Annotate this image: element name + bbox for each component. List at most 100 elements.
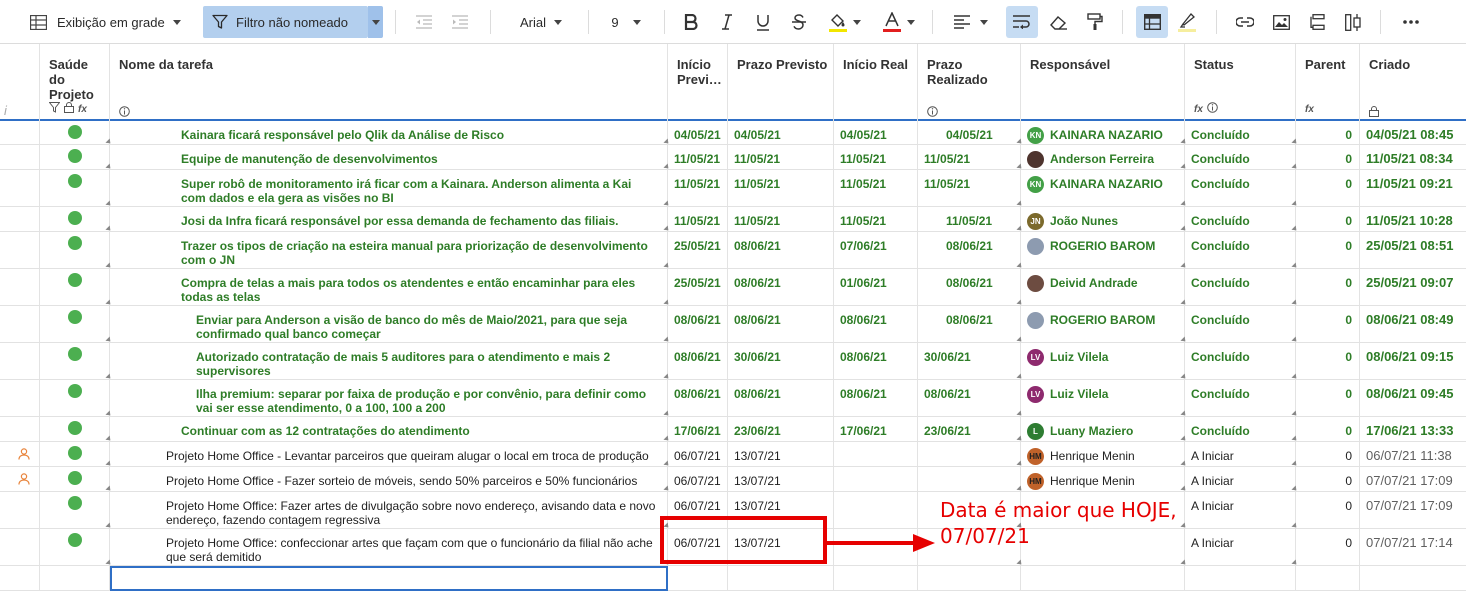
health-cell[interactable]	[40, 417, 110, 441]
health-cell[interactable]	[40, 232, 110, 268]
highlight-button[interactable]	[1172, 6, 1202, 38]
empty-cell[interactable]	[728, 566, 834, 590]
header-prazo-realizado[interactable]: Prazo Realizado	[918, 44, 1021, 121]
empty-cell[interactable]	[1296, 566, 1360, 590]
fill-color-button[interactable]	[822, 6, 868, 38]
table-row[interactable]: Kainara ficará responsável pelo Qlik da …	[0, 121, 1466, 146]
more-button[interactable]	[1396, 6, 1426, 38]
row-icon-cell[interactable]	[0, 145, 40, 169]
row-icon-cell[interactable]	[0, 417, 40, 441]
task-name[interactable]: Autorizado contratação de mais 5 auditor…	[110, 343, 668, 379]
prazo-previsto[interactable]: 11/05/21	[728, 207, 834, 231]
health-cell[interactable]	[40, 207, 110, 231]
health-cell[interactable]	[40, 170, 110, 206]
created-value[interactable]: 07/07/21 17:09	[1360, 492, 1466, 528]
inicio-previsto[interactable]: 08/06/21	[668, 380, 728, 416]
task-name[interactable]: Projeto Home Office - Levantar parceiros…	[110, 442, 668, 466]
parent-value[interactable]: 0	[1296, 492, 1360, 528]
created-value[interactable]: 08/06/21 09:15	[1360, 343, 1466, 379]
status-value[interactable]: Concluído	[1185, 306, 1296, 342]
responsavel-cell[interactable]: HM Henrique Menin	[1021, 442, 1185, 466]
prazo-realizado[interactable]: 04/05/21	[918, 121, 1021, 144]
parent-value[interactable]: 0	[1296, 442, 1360, 466]
status-value[interactable]: A Iniciar	[1185, 529, 1296, 565]
inicio-real[interactable]: 11/05/21	[834, 145, 918, 169]
health-cell[interactable]	[40, 380, 110, 416]
empty-row[interactable]	[0, 566, 1466, 591]
inicio-previsto[interactable]: 08/06/21	[668, 306, 728, 342]
inicio-previsto[interactable]: 04/05/21	[668, 121, 728, 144]
format-painter-button[interactable]	[1080, 6, 1110, 38]
parent-value[interactable]: 0	[1296, 121, 1360, 144]
task-name[interactable]: Kainara ficará responsável pelo Qlik da …	[110, 121, 668, 144]
table-row[interactable]: Trazer os tipos de criação na esteira ma…	[0, 232, 1466, 270]
italic-button[interactable]	[712, 6, 742, 38]
prazo-realizado[interactable]: 23/06/21	[918, 417, 1021, 441]
inicio-real[interactable]	[834, 467, 918, 491]
prazo-realizado[interactable]	[918, 442, 1021, 466]
header-prazo-previsto[interactable]: Prazo Previsto	[728, 44, 834, 121]
inicio-real[interactable]: 01/06/21	[834, 269, 918, 305]
prazo-previsto[interactable]: 13/07/21	[728, 442, 834, 466]
inicio-real[interactable]	[834, 492, 918, 528]
health-cell[interactable]	[40, 529, 110, 565]
status-value[interactable]: A Iniciar	[1185, 467, 1296, 491]
table-row[interactable]: Ilha premium: separar por faixa de produ…	[0, 380, 1466, 418]
prazo-realizado[interactable]: 08/06/21	[918, 232, 1021, 268]
table-row[interactable]: Super robô de monitoramento irá ficar co…	[0, 170, 1466, 208]
created-value[interactable]: 08/06/21 09:45	[1360, 380, 1466, 416]
table-row[interactable]: Continuar com as 12 contratações do aten…	[0, 417, 1466, 443]
row-icon-cell[interactable]	[0, 343, 40, 379]
prazo-realizado[interactable]: 11/05/21	[918, 170, 1021, 206]
table-row[interactable]: Projeto Home Office - Levantar parceiros…	[0, 442, 1466, 468]
parent-value[interactable]: 0	[1296, 380, 1360, 416]
responsavel-cell[interactable]: L Luany Maziero	[1021, 417, 1185, 441]
created-value[interactable]: 11/05/21 10:28	[1360, 207, 1466, 231]
filter-dropdown[interactable]	[368, 6, 383, 38]
health-cell[interactable]	[40, 306, 110, 342]
responsavel-cell[interactable]: LV Luiz Vilela	[1021, 380, 1185, 416]
status-value[interactable]: Concluído	[1185, 380, 1296, 416]
table-row[interactable]: Equipe de manutenção de desenvolvimentos…	[0, 145, 1466, 171]
row-icon-cell[interactable]	[0, 170, 40, 206]
row-icon-cell[interactable]	[0, 232, 40, 268]
prazo-previsto[interactable]: 30/06/21	[728, 343, 834, 379]
header-parent[interactable]: Parent fx	[1296, 44, 1360, 121]
created-value[interactable]: 11/05/21 08:34	[1360, 145, 1466, 169]
row-icon-cell[interactable]	[0, 207, 40, 231]
health-cell[interactable]	[40, 343, 110, 379]
responsavel-cell[interactable]: LV Luiz Vilela	[1021, 343, 1185, 379]
health-cell[interactable]	[40, 121, 110, 144]
parent-value[interactable]: 0	[1296, 529, 1360, 565]
parent-value[interactable]: 0	[1296, 232, 1360, 268]
table-row[interactable]: Compra de telas a mais para todos os ate…	[0, 269, 1466, 307]
indent-button[interactable]	[444, 6, 476, 38]
column-props-button[interactable]	[1338, 6, 1368, 38]
underline-button[interactable]	[748, 6, 778, 38]
task-name[interactable]: Trazer os tipos de criação na esteira ma…	[110, 232, 668, 268]
status-value[interactable]: Concluído	[1185, 269, 1296, 305]
row-icon-cell[interactable]	[0, 306, 40, 342]
row-icon-cell[interactable]	[0, 529, 40, 565]
row-icon-cell[interactable]	[0, 467, 40, 491]
inicio-previsto[interactable]: 17/06/21	[668, 417, 728, 441]
font-family-select[interactable]: Arial	[506, 6, 576, 38]
inicio-previsto[interactable]: 25/05/21	[668, 269, 728, 305]
assigned-user-icon[interactable]	[18, 473, 30, 485]
clear-format-button[interactable]	[1044, 6, 1074, 38]
row-icon-cell[interactable]	[0, 380, 40, 416]
inicio-previsto[interactable]: 06/07/21	[668, 442, 728, 466]
inicio-real[interactable]: 08/06/21	[834, 380, 918, 416]
empty-cell[interactable]	[0, 566, 40, 590]
task-name[interactable]: Compra de telas a mais para todos os ate…	[110, 269, 668, 305]
empty-cell[interactable]	[1360, 566, 1466, 590]
created-value[interactable]: 06/07/21 11:38	[1360, 442, 1466, 466]
responsavel-cell[interactable]: ROGERIO BAROM	[1021, 232, 1185, 268]
responsavel-cell[interactable]: KN KAINARA NAZARIO	[1021, 121, 1185, 144]
created-value[interactable]: 04/05/21 08:45	[1360, 121, 1466, 144]
inicio-real[interactable]	[834, 442, 918, 466]
created-value[interactable]: 25/05/21 08:51	[1360, 232, 1466, 268]
responsavel-cell[interactable]: Deivid Andrade	[1021, 269, 1185, 305]
table-row[interactable]: Enviar para Anderson a visão de banco do…	[0, 306, 1466, 344]
view-selector[interactable]: Exibição em grade	[22, 6, 204, 38]
